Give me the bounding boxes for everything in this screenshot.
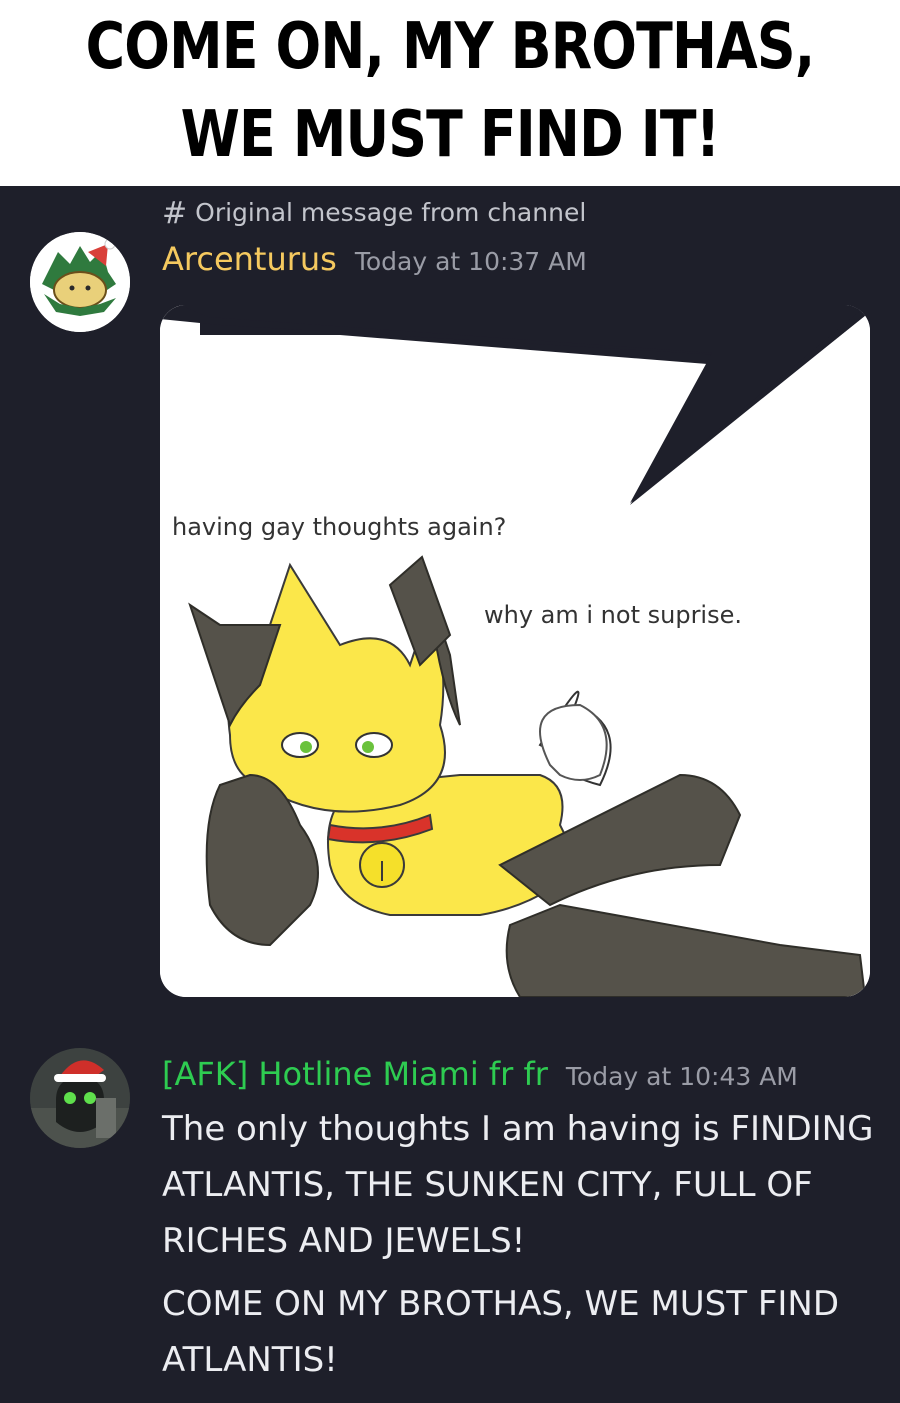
timestamp: Today at 10:37 AM [354, 247, 587, 276]
comic-drawing [160, 305, 870, 997]
avatar-image [30, 1048, 130, 1148]
comic-text-right: why am i not suprise. [484, 601, 742, 629]
meme-caption-line-1: COME ON, MY BROTHAS, [85, 10, 816, 84]
avatar-image [30, 232, 130, 332]
comic-text-left: having gay thoughts again? [172, 513, 507, 541]
username[interactable]: [AFK] Hotline Miami fr fr [162, 1055, 548, 1093]
message-text: The only thoughts I am having is FINDING… [162, 1109, 874, 1261]
original-message-reference[interactable]: # Original message from channel [162, 196, 586, 231]
image-attachment[interactable]: having gay thoughts again? why am i not … [160, 305, 870, 997]
message-text: COME ON MY BROTHAS, WE MUST FIND ATLANTI… [162, 1284, 840, 1380]
meme-caption: COME ON, MY BROTHAS, WE MUST FIND IT! [72, 0, 828, 179]
meme-caption-band: COME ON, MY BROTHAS, WE MUST FIND IT! [0, 0, 900, 186]
message-header: [AFK] Hotline Miami fr fr Today at 10:43 … [162, 1055, 798, 1093]
reference-text: Original message from channel [195, 198, 587, 227]
meme-caption-line-2: WE MUST FIND IT! [180, 98, 721, 172]
hash-icon: # [162, 196, 188, 231]
timestamp: Today at 10:43 AM [565, 1062, 798, 1091]
avatar[interactable] [30, 232, 130, 332]
message-header: Arcenturus Today at 10:37 AM [162, 240, 587, 278]
username[interactable]: Arcenturus [162, 240, 337, 278]
avatar[interactable] [30, 1048, 130, 1148]
